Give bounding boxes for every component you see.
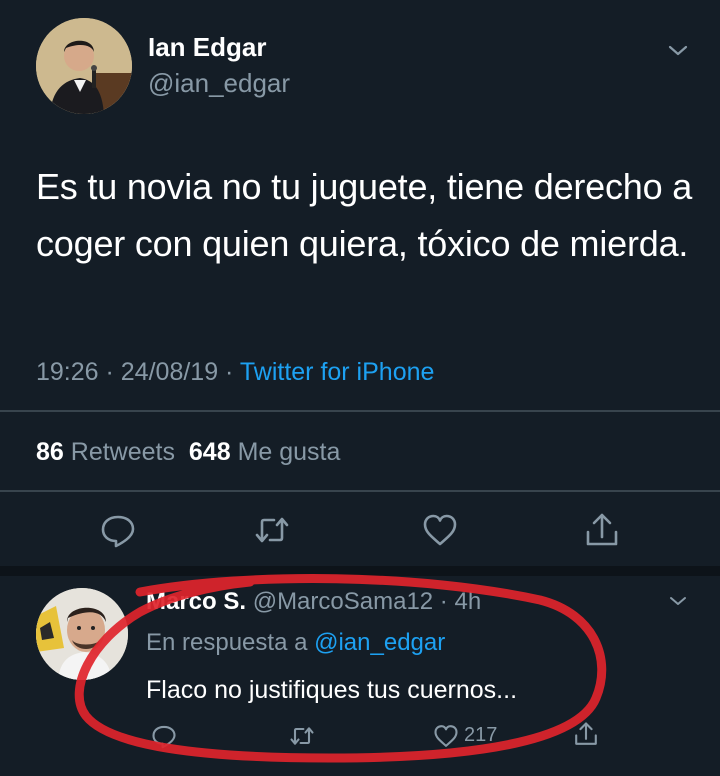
tweet-meta: 19:26 · 24/08/19 · Twitter for iPhone: [36, 358, 434, 387]
divider: [0, 410, 720, 412]
likes-label: Me gusta: [237, 438, 341, 466]
author-name[interactable]: Ian Edgar: [148, 32, 266, 63]
in-reply-mention[interactable]: @ian_edgar: [314, 629, 445, 656]
comment-icon[interactable]: [98, 510, 138, 550]
reply-like-count: 217: [464, 724, 498, 746]
reply-author-handle[interactable]: @MarcoSama12 · 4h: [253, 588, 481, 615]
reply-header: Marco S. @MarcoSama12 · 4h: [146, 588, 481, 616]
author-avatar[interactable]: [36, 18, 132, 114]
divider: [0, 490, 720, 492]
retweet-icon[interactable]: [288, 722, 316, 750]
tweet-date: 24/08/19: [120, 358, 219, 386]
likes-count: 648: [188, 438, 231, 466]
comment-icon[interactable]: [150, 722, 178, 750]
meta-separator: ·: [218, 358, 240, 386]
author-handle[interactable]: @ian_edgar: [148, 68, 290, 99]
in-reply-to: En respuesta a @ian_edgar: [146, 629, 445, 657]
tweet-stats: 86 Retweets 648 Me gusta: [36, 438, 340, 467]
tweet-separator: [0, 566, 720, 576]
chevron-down-icon[interactable]: [666, 592, 690, 610]
tweet-source-link[interactable]: Twitter for iPhone: [240, 358, 435, 386]
in-reply-prefix: En respuesta a: [146, 629, 315, 656]
retweets-label: Retweets: [70, 438, 175, 466]
likes-stat[interactable]: 648 Me gusta: [189, 438, 341, 466]
tweet-text: Es tu novia no tu juguete, tiene derecho…: [36, 166, 693, 264]
heart-icon[interactable]: [420, 510, 460, 550]
reply-author-name[interactable]: Marco S.: [146, 588, 246, 615]
retweets-stat[interactable]: 86 Retweets: [36, 438, 175, 466]
retweet-icon[interactable]: [252, 510, 292, 550]
reply-avatar[interactable]: [36, 588, 128, 680]
share-icon[interactable]: [572, 720, 600, 748]
share-icon[interactable]: [582, 510, 622, 550]
heart-icon[interactable]: [432, 722, 460, 750]
tweet-time: 19:26: [36, 358, 99, 386]
reply-text: Flaco no justifiques tus cuernos...: [146, 676, 518, 704]
chevron-down-icon[interactable]: [664, 40, 692, 60]
retweets-count: 86: [36, 438, 64, 466]
meta-separator: ·: [98, 358, 121, 386]
